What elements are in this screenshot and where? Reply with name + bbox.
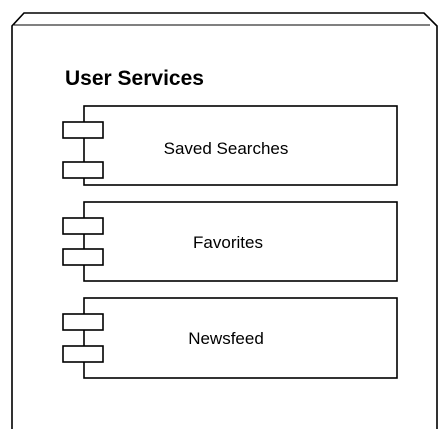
component-port-icon (62, 161, 104, 179)
component-port-icon (62, 313, 104, 331)
component-label: Saved Searches (164, 139, 289, 158)
component-port-icon (62, 217, 104, 235)
uml-component-diagram: User Services Saved Searches Favorites N… (11, 12, 438, 429)
component-saved-searches: Saved Searches (62, 105, 398, 186)
component-favorites: Favorites (62, 201, 398, 282)
component-port-icon (62, 121, 104, 139)
component-newsfeed: Newsfeed (62, 297, 398, 379)
component-port-icon (62, 248, 104, 266)
component-label: Favorites (193, 233, 263, 252)
component-port-icon (62, 345, 104, 363)
package-title: User Services (65, 67, 204, 90)
component-label: Newsfeed (188, 329, 264, 348)
